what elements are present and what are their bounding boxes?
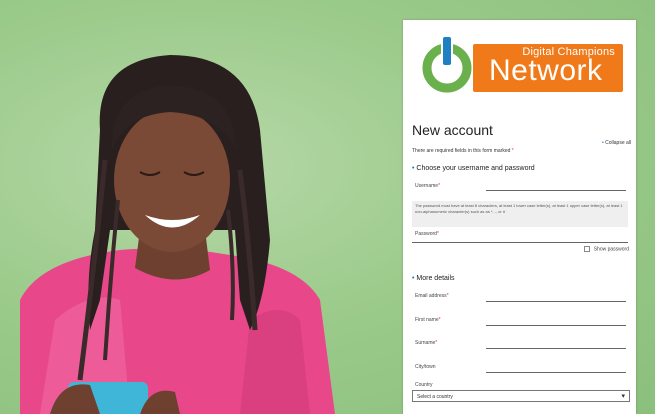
required-star-icon: * (438, 183, 441, 189)
required-note-text: There are required fields in this form m… (412, 148, 511, 154)
password-field[interactable] (412, 242, 628, 243)
password-label-text: Password (415, 231, 437, 237)
chevron-icon: • (412, 275, 415, 282)
power-icon (422, 35, 472, 93)
surname-label: Surname* (415, 340, 437, 346)
city-label: City/town (415, 364, 436, 370)
checkbox-icon (584, 246, 591, 252)
section-title: Choose your username and password (416, 165, 535, 172)
password-label: Password* (415, 231, 439, 237)
email-label: Email address* (415, 293, 449, 299)
country-select-value: Select a country (417, 394, 453, 400)
email-label-text: Email address (415, 293, 447, 299)
logo-wordmark: Network (489, 54, 603, 87)
section-title: More details (416, 275, 455, 282)
required-fields-note: There are required fields in this form m… (412, 148, 514, 154)
firstname-field[interactable] (486, 325, 626, 326)
section-more-details[interactable]: • More details (412, 275, 455, 282)
section-username-password[interactable]: • Choose your username and password (412, 165, 535, 172)
city-field[interactable] (486, 372, 626, 373)
show-password-label: Show password (593, 246, 629, 253)
collapse-all-link[interactable]: • Collapse all (602, 140, 631, 146)
chevron-icon: • (412, 165, 415, 172)
required-star-icon: * (446, 293, 449, 299)
chevron-down-icon: ▾ (621, 393, 625, 400)
firstname-label-text: First name (415, 317, 439, 323)
show-password-checkbox[interactable]: Show password (584, 246, 629, 252)
username-label: Username* (415, 183, 440, 189)
required-star-icon: * (438, 317, 441, 323)
email-field[interactable] (486, 301, 626, 302)
surname-field[interactable] (486, 348, 626, 349)
firstname-label: First name* (415, 317, 441, 323)
password-hint: The password must have at least 8 charac… (412, 201, 628, 227)
country-select[interactable]: Select a country ▾ (412, 390, 630, 402)
hero-photo (0, 0, 400, 414)
username-field[interactable] (486, 190, 626, 191)
logo-badge: Digital Champions Network (473, 44, 623, 92)
required-star-icon: * (511, 148, 514, 154)
required-star-icon: * (436, 231, 439, 237)
username-label-text: Username (415, 183, 439, 189)
bullet-icon: • (601, 140, 604, 146)
page-title: New account (412, 122, 493, 138)
required-star-icon: * (435, 340, 438, 346)
surname-label-text: Surname (415, 340, 436, 346)
digital-champions-logo: Digital Champions Network (415, 30, 625, 94)
collapse-all-label: Collapse all (605, 140, 631, 146)
country-label: Country (415, 382, 433, 388)
signup-form-card: Digital Champions Network New account • … (403, 20, 636, 414)
